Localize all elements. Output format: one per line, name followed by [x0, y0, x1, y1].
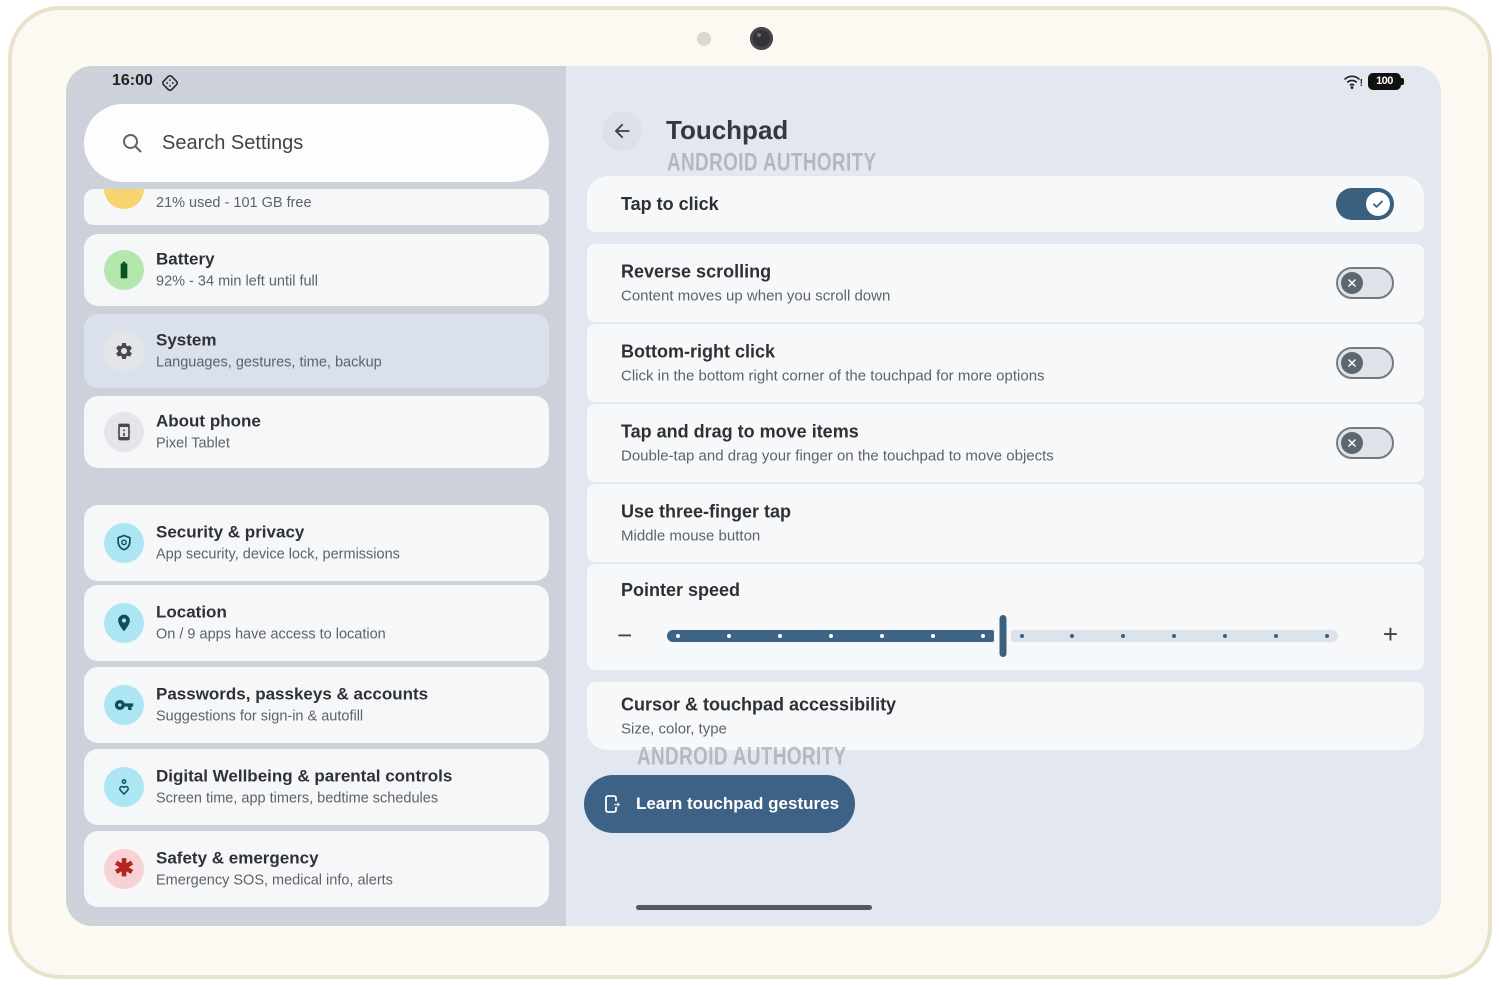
- row-subtitle: Content moves up when you scroll down: [621, 287, 891, 305]
- shield-icon: [104, 523, 144, 563]
- phone-icon: [104, 412, 144, 452]
- touchpad-settings-panel: ! 100 Touchpad ANDROID AUTHORITY Tap to …: [566, 66, 1441, 926]
- ambient-sensor: [697, 32, 711, 46]
- search-icon: [123, 134, 142, 153]
- row-cursor-accessibility[interactable]: Cursor & touchpad accessibility Size, co…: [587, 682, 1424, 750]
- row-subtitle: Size, color, type: [621, 720, 727, 738]
- wellbeing-icon: [104, 767, 144, 807]
- row-title: Bottom-right click: [621, 341, 776, 362]
- item-subtitle: Languages, gestures, time, backup: [156, 354, 382, 371]
- item-subtitle: Emergency SOS, medical info, alerts: [156, 872, 393, 889]
- item-title: About phone: [156, 411, 261, 431]
- row-subtitle: Middle mouse button: [621, 527, 761, 545]
- back-button[interactable]: [602, 111, 642, 151]
- row-title: Tap to click: [621, 194, 719, 214]
- button-label: Learn touchpad gestures: [635, 794, 840, 813]
- item-subtitle: 21% used - 101 GB free: [156, 195, 312, 211]
- slider-decrease-button[interactable]: −: [617, 620, 632, 651]
- item-title: Battery: [156, 249, 215, 269]
- slider-thumb[interactable]: [999, 615, 1006, 657]
- tablet-bezel: 16:00 Search Settings 21% used - 101 GB …: [8, 6, 1492, 979]
- pointer-speed-slider[interactable]: [667, 615, 1338, 657]
- asterisk-icon: ✱: [104, 849, 144, 889]
- row-tap-to-click[interactable]: Tap to click: [587, 176, 1424, 232]
- gear-icon: [104, 331, 144, 371]
- row-reverse-scrolling[interactable]: Reverse scrolling Content moves up when …: [587, 244, 1424, 322]
- row-title: Reverse scrolling: [621, 261, 772, 282]
- item-title: Passwords, passkeys & accounts: [156, 684, 429, 704]
- item-subtitle: 92% - 34 min left until full: [156, 273, 318, 290]
- sidebar-item-system[interactable]: System Languages, gestures, time, backup: [84, 314, 549, 388]
- learn-touchpad-gestures-button[interactable]: Learn touchpad gestures: [584, 775, 855, 833]
- slider-filled-track: [667, 630, 995, 642]
- sidebar-item-safety-emergency[interactable]: ✱ Safety & emergency Emergency SOS, medi…: [84, 831, 549, 907]
- x-icon: [1348, 439, 1356, 447]
- item-title: Location: [156, 602, 227, 622]
- sidebar-item-digital-wellbeing[interactable]: Digital Wellbeing & parental controls Sc…: [84, 749, 549, 825]
- toggle-thumb: [1341, 272, 1363, 294]
- row-pointer-speed: Pointer speed − +: [587, 564, 1424, 670]
- key-icon: [104, 685, 144, 725]
- page-title: Touchpad: [666, 115, 789, 145]
- battery-100-icon: 100: [1368, 72, 1404, 90]
- item-subtitle: Pixel Tablet: [156, 435, 230, 452]
- storage-icon: [104, 189, 144, 209]
- slider-increase-button[interactable]: +: [1383, 619, 1398, 650]
- reverse-scrolling-toggle[interactable]: [1336, 267, 1394, 299]
- x-icon: [1348, 359, 1356, 367]
- item-title: Digital Wellbeing & parental controls: [156, 766, 453, 786]
- item-title: System: [156, 330, 217, 350]
- bottom-right-click-toggle[interactable]: [1336, 347, 1394, 379]
- sidebar-item-storage-partial[interactable]: 21% used - 101 GB free: [84, 189, 549, 225]
- row-title: Cursor & touchpad accessibility: [621, 694, 897, 715]
- hub-mode-icon: [161, 74, 179, 92]
- location-pin-icon: [104, 603, 144, 643]
- item-subtitle: Screen time, app timers, bedtime schedul…: [156, 790, 439, 807]
- sidebar-item-about-phone[interactable]: About phone Pixel Tablet: [84, 396, 549, 468]
- item-subtitle: Suggestions for sign-in & autofill: [156, 708, 364, 725]
- toggle-thumb: [1341, 432, 1363, 454]
- row-three-finger-tap[interactable]: Use three-finger tap Middle mouse button: [587, 484, 1424, 562]
- row-subtitle: Double-tap and drag your finger on the t…: [621, 447, 1054, 465]
- toggle-thumb: [1366, 192, 1390, 216]
- row-bottom-right-click[interactable]: Bottom-right click Click in the bottom r…: [587, 324, 1424, 402]
- screenshot-root: 16:00 Search Settings 21% used - 101 GB …: [0, 0, 1500, 985]
- clock: 16:00: [112, 72, 153, 89]
- x-icon: [1348, 279, 1356, 287]
- sidebar-item-battery[interactable]: Battery 92% - 34 min left until full: [84, 234, 549, 306]
- search-placeholder: Search Settings: [162, 131, 304, 154]
- row-subtitle: Click in the bottom right corner of the …: [621, 367, 1045, 385]
- battery-icon: [104, 250, 144, 290]
- status-icons: ! 100: [1342, 72, 1404, 90]
- row-title: Use three-finger tap: [621, 501, 792, 522]
- toggle-thumb: [1341, 352, 1363, 374]
- item-subtitle: App security, device lock, permissions: [156, 546, 400, 563]
- tap-to-click-toggle[interactable]: [1336, 188, 1394, 220]
- front-camera: [750, 27, 773, 50]
- search-settings-bar[interactable]: Search Settings: [84, 104, 549, 182]
- row-title: Tap and drag to move items: [621, 421, 859, 442]
- gesture-navigation-handle[interactable]: [636, 905, 872, 910]
- item-title: Security & privacy: [156, 522, 305, 542]
- back-arrow-icon: [614, 123, 630, 139]
- item-subtitle: On / 9 apps have access to location: [156, 626, 386, 643]
- settings-sidebar: 16:00 Search Settings 21% used - 101 GB …: [66, 66, 566, 926]
- check-icon: [1373, 200, 1383, 208]
- item-title: Safety & emergency: [156, 848, 319, 868]
- wifi-alert-icon: !: [1342, 72, 1363, 90]
- watermark: ANDROID AUTHORITY: [667, 148, 877, 177]
- sidebar-item-security-privacy[interactable]: Security & privacy App security, device …: [84, 505, 549, 581]
- settings-app-window: 16:00 Search Settings 21% used - 101 GB …: [66, 66, 1441, 926]
- row-tap-and-drag[interactable]: Tap and drag to move items Double-tap an…: [587, 404, 1424, 482]
- tablet-gesture-icon: [605, 795, 621, 813]
- slider-label: Pointer speed: [621, 580, 741, 600]
- sidebar-item-location[interactable]: Location On / 9 apps have access to loca…: [84, 585, 549, 661]
- slider-remaining-track: [1010, 630, 1338, 642]
- watermark: ANDROID AUTHORITY: [637, 742, 847, 771]
- sidebar-item-passwords[interactable]: Passwords, passkeys & accounts Suggestio…: [84, 667, 549, 743]
- tap-and-drag-toggle[interactable]: [1336, 427, 1394, 459]
